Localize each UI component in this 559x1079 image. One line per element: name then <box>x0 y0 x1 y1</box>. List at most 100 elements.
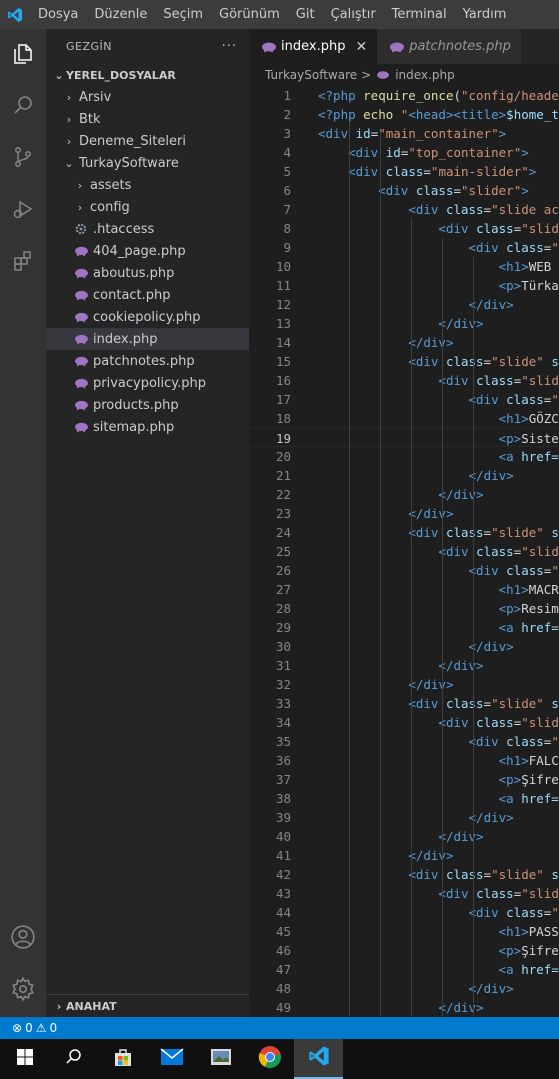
tree-file[interactable]: index.php <box>46 328 249 350</box>
tab-label: patchnotes.php <box>409 39 511 54</box>
chevron-down-icon: ⌄ <box>54 68 64 82</box>
extensions-icon[interactable] <box>8 246 38 276</box>
code-token: s <box>551 867 559 882</box>
code-line: 32 </div> <box>249 675 559 694</box>
code-token: </div> <box>408 506 454 521</box>
menu-item-0[interactable]: Dosya <box>30 0 86 29</box>
code-line: 26 <div class=" <box>249 561 559 580</box>
menu-item-3[interactable]: Görünüm <box>211 0 288 29</box>
menu-item-5[interactable]: Çalıştır <box>323 0 384 29</box>
code-text: </div> <box>318 827 483 846</box>
tab-patchnotes-php[interactable]: patchnotes.php <box>377 29 521 64</box>
source-control-icon[interactable] <box>8 142 38 172</box>
tree-file[interactable]: products.php <box>46 394 249 416</box>
line-number: 3 <box>283 126 291 141</box>
taskbar-chrome-button[interactable] <box>245 1039 294 1079</box>
menu-item-2[interactable]: Seçim <box>155 0 211 29</box>
tree-folder[interactable]: › Arsiv <box>46 86 249 108</box>
code-text: <div class="slid <box>318 884 558 903</box>
tree-item-label: privacypolicy.php <box>93 375 207 391</box>
tree-folder[interactable]: › config <box>46 196 249 218</box>
php-elephant-icon <box>73 397 89 413</box>
tree-file[interactable]: .htaccess <box>46 218 249 240</box>
run-debug-icon[interactable] <box>8 194 38 224</box>
taskbar-mail-button[interactable] <box>147 1039 196 1079</box>
menu-item-7[interactable]: Yardım <box>455 0 515 29</box>
code-token: href= <box>521 449 559 464</box>
workspace-folder-header[interactable]: ⌄ YEREL_DOSYALAR <box>46 64 249 86</box>
close-tab-icon[interactable]: ✕ <box>355 39 367 55</box>
workspace-name: YEREL_DOSYALAR <box>66 68 176 82</box>
breadcrumb-file[interactable]: index.php <box>395 68 454 82</box>
php-elephant-icon <box>375 67 391 83</box>
code-line: 15 <div class="slide" s <box>249 352 559 371</box>
code-text: <p>Şifre <box>318 941 559 960</box>
tree-folder[interactable]: ⌄ TurkaySoftware <box>46 152 249 174</box>
taskbar-search-button[interactable] <box>49 1039 98 1079</box>
php-elephant-icon <box>261 39 277 55</box>
taskbar-store-button[interactable] <box>98 1039 147 1079</box>
code-line: 10 <h1>WEB <box>249 257 559 276</box>
code-line: 24 <div class="slide" s <box>249 523 559 542</box>
code-text: <div class="slid <box>318 219 558 238</box>
taskbar-photos-button[interactable] <box>196 1039 245 1079</box>
menu-item-1[interactable]: Düzenle <box>86 0 155 29</box>
more-actions-button[interactable]: ··· <box>222 39 237 54</box>
tree-item-label: cookiepolicy.php <box>93 309 201 325</box>
settings-gear-icon[interactable] <box>8 974 38 1004</box>
problems-status[interactable]: ⊗ 0 ⚠ 0 <box>12 1021 57 1035</box>
tree-file[interactable]: 404_page.php <box>46 240 249 262</box>
explorer-icon[interactable] <box>8 39 38 69</box>
code-token: = <box>483 354 492 369</box>
line-number: 17 <box>275 392 291 407</box>
tree-file[interactable]: patchnotes.php <box>46 350 249 372</box>
code-text: </div> <box>318 314 483 333</box>
code-line: 49 </div> <box>249 998 559 1017</box>
code-text: <?php require_once("config/heade <box>318 86 559 105</box>
breadcrumb-separator: > <box>361 68 372 82</box>
code-token: "main-slider" <box>430 164 529 179</box>
menu-item-6[interactable]: Terminal <box>384 0 455 29</box>
outline-section-header[interactable]: › ANAHAT <box>46 994 249 1017</box>
line-number: 22 <box>275 487 291 502</box>
search-icon[interactable] <box>8 90 38 120</box>
tree-file[interactable]: aboutus.php <box>46 262 249 284</box>
code-line: 9 <div class=" <box>249 238 559 257</box>
code-token: "slider" <box>461 183 522 198</box>
line-number: 5 <box>283 164 291 179</box>
code-token: </div> <box>468 468 514 483</box>
tree-folder[interactable]: › Deneme_Siteleri <box>46 130 249 152</box>
menu-item-4[interactable]: Git <box>288 0 323 29</box>
code-text: <div class="slide ac <box>318 200 559 219</box>
tree-file[interactable]: contact.php <box>46 284 249 306</box>
code-text: </div> <box>318 998 483 1017</box>
code-line: 42 <div class="slide" s <box>249 865 559 884</box>
code-text: </div> <box>318 656 483 675</box>
tree-file[interactable]: sitemap.php <box>46 416 249 438</box>
code-token: <?php <box>318 107 364 122</box>
code-token: </div> <box>408 335 454 350</box>
start-button[interactable] <box>0 1039 49 1079</box>
tab-index-php[interactable]: index.php ✕ <box>249 29 378 64</box>
code-token: "main_container" <box>378 126 499 141</box>
error-count: 0 <box>25 1021 33 1035</box>
tree-file[interactable]: privacypolicy.php <box>46 372 249 394</box>
taskbar-vscode-button[interactable] <box>294 1039 343 1079</box>
code-line: 23 </div> <box>249 504 559 523</box>
code-editor[interactable]: 1 <?php require_once("config/heade 2 <?php … <box>249 86 559 1017</box>
account-icon[interactable] <box>8 922 38 952</box>
tree-folder[interactable]: › assets <box>46 174 249 196</box>
breadcrumb-folder[interactable]: TurkaySoftware <box>265 68 357 82</box>
tree-folder[interactable]: › Btk <box>46 108 249 130</box>
code-token: " <box>551 392 559 407</box>
code-line: 44 <div class=" <box>249 903 559 922</box>
tree-file[interactable]: cookiepolicy.php <box>46 306 249 328</box>
